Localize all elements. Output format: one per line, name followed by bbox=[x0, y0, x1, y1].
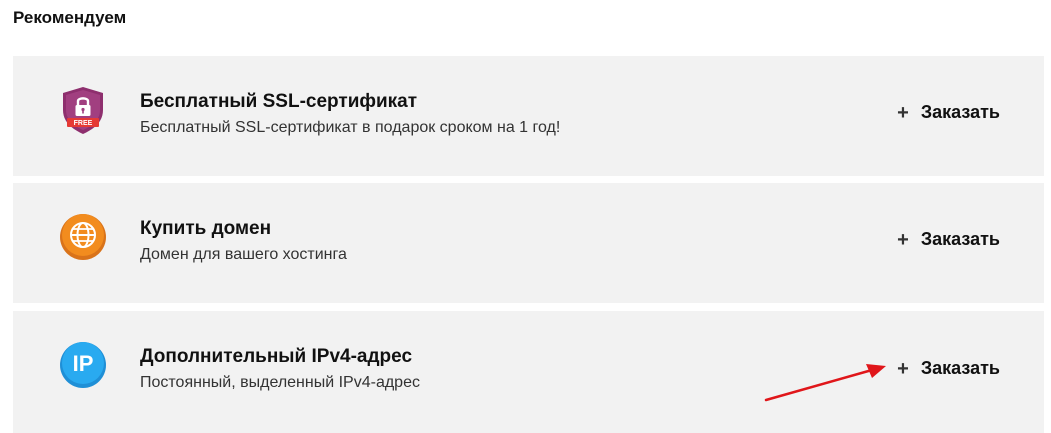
card-title: Бесплатный SSL-сертификат bbox=[140, 91, 418, 112]
globe-icon bbox=[57, 211, 109, 263]
ssl-shield-free-icon: FREE bbox=[57, 84, 109, 136]
plus-icon: + bbox=[897, 357, 909, 380]
card-ipv4-address: IP Дополнительный IPv4-адрес Постоянный,… bbox=[13, 311, 1044, 433]
order-ipv4-button[interactable]: + Заказать bbox=[897, 358, 1000, 379]
recommendations-page: Рекомендуем FREE Бесплатный SSL-сертифик… bbox=[0, 0, 1051, 433]
card-ssl-certificate: FREE Бесплатный SSL-сертификат Бесплатны… bbox=[13, 56, 1044, 176]
plus-icon: + bbox=[897, 101, 909, 124]
order-domain-button[interactable]: + Заказать bbox=[897, 229, 1000, 250]
order-label: Заказать bbox=[920, 102, 1000, 122]
free-badge-text: FREE bbox=[74, 120, 93, 127]
card-title: Дополнительный IPv4-адрес bbox=[140, 346, 413, 367]
ip-icon-text: IP bbox=[73, 351, 94, 376]
order-label: Заказать bbox=[920, 229, 1000, 249]
ip-icon: IP bbox=[57, 339, 109, 391]
card-title: Купить домен bbox=[140, 218, 272, 239]
card-description: Домен для вашего хостинга bbox=[140, 246, 347, 263]
order-ssl-button[interactable]: + Заказать bbox=[897, 102, 1000, 123]
section-title: Рекомендуем bbox=[13, 8, 127, 27]
plus-icon: + bbox=[897, 228, 909, 251]
card-buy-domain: Купить домен Домен для вашего хостинга +… bbox=[13, 183, 1044, 303]
order-label: Заказать bbox=[920, 358, 1000, 378]
card-description: Постоянный, выделенный IPv4-адрес bbox=[140, 374, 420, 391]
card-description: Бесплатный SSL-сертификат в подарок срок… bbox=[140, 119, 561, 136]
